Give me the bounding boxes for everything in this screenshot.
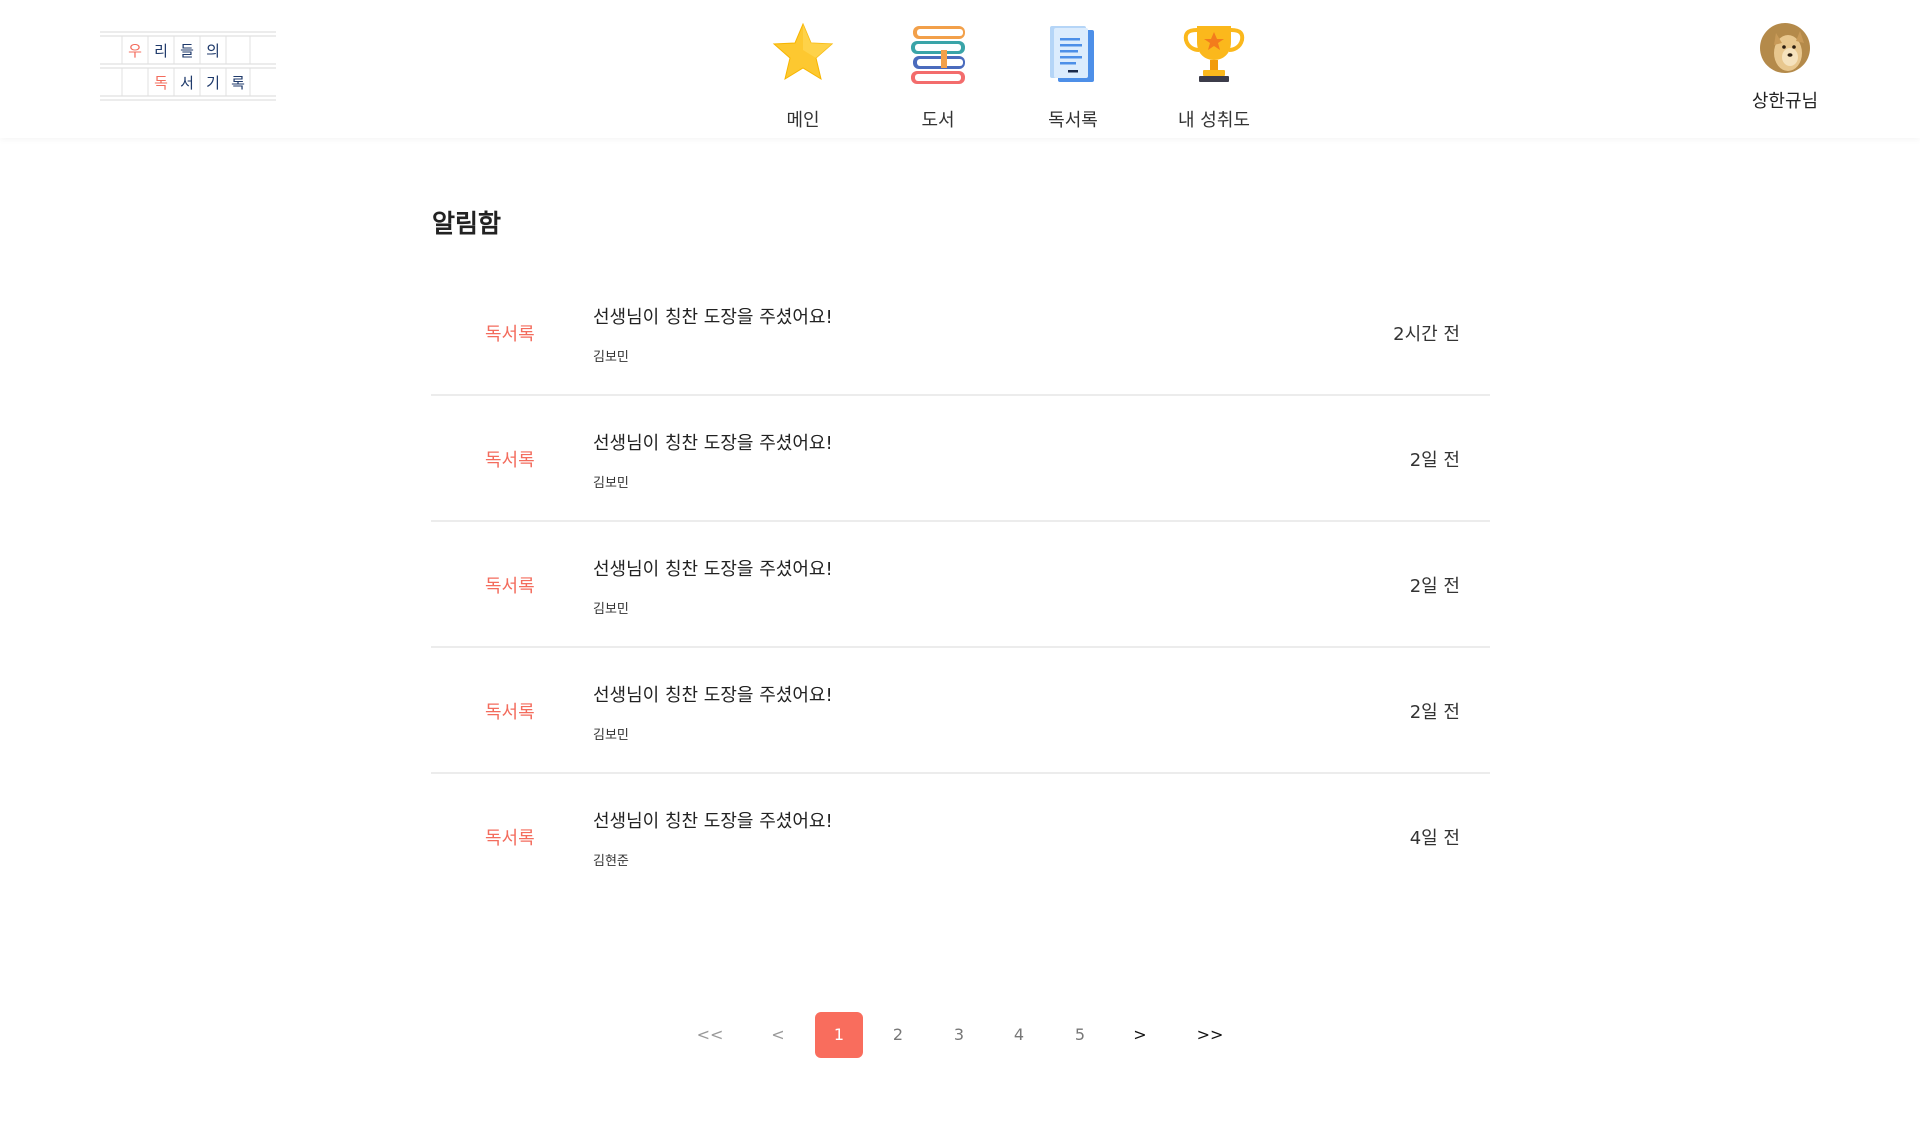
- nav-main[interactable]: 메인: [743, 20, 863, 132]
- notification-row[interactable]: 독서록 선생님이 칭찬 도장을 주셨어요! 김보민 2일 전: [431, 396, 1490, 522]
- avatar-dog-icon: [1760, 23, 1810, 73]
- notification-time: 2일 전: [1409, 576, 1460, 597]
- nav-books-label: 도서: [921, 110, 955, 131]
- logo-char: 의: [206, 42, 220, 60]
- nav-achievement[interactable]: 내 성취도: [1154, 20, 1274, 132]
- user-profile[interactable]: 상한규님: [1730, 20, 1840, 120]
- notification-time: 2시간 전: [1393, 324, 1460, 345]
- notification-sender: 김보민: [593, 728, 629, 743]
- logo-char: 들: [180, 42, 194, 60]
- pagination-last[interactable]: >>: [1190, 1012, 1230, 1058]
- pagination-page-2[interactable]: 2: [874, 1012, 922, 1058]
- notification-message: 선생님이 칭찬 도장을 주셨어요!: [593, 685, 833, 706]
- profile-name: 상한규님: [1751, 91, 1819, 112]
- notification-category: 독서록: [485, 450, 535, 471]
- logo-grid: 우 리 들 의 독 서 기 록: [100, 31, 276, 101]
- pagination-page-3[interactable]: 3: [935, 1012, 983, 1058]
- nav-reading-log[interactable]: 독서록: [1013, 20, 1133, 132]
- trophy-icon: [1183, 26, 1245, 82]
- app-logo[interactable]: 우 리 들 의 독 서 기 록: [100, 30, 276, 102]
- notification-category: 독서록: [485, 576, 535, 597]
- pagination-page-1[interactable]: 1: [815, 1012, 863, 1058]
- notification-category: 독서록: [485, 324, 535, 345]
- nav-reading-log-label: 독서록: [1048, 110, 1098, 131]
- pagination-page-5[interactable]: 5: [1056, 1012, 1104, 1058]
- pagination-prev[interactable]: <: [760, 1012, 796, 1058]
- notification-message: 선생님이 칭찬 도장을 주셨어요!: [593, 433, 833, 454]
- notification-message: 선생님이 칭찬 도장을 주셨어요!: [593, 307, 833, 328]
- notification-list: 독서록 선생님이 칭찬 도장을 주셨어요! 김보민 2시간 전 독서록 선생님이…: [431, 270, 1490, 900]
- page-title: 알림함: [432, 209, 502, 238]
- logo-char: 기: [206, 74, 220, 92]
- avatar[interactable]: [1760, 23, 1810, 73]
- notification-sender: 김현준: [593, 854, 629, 869]
- notification-sender: 김보민: [593, 476, 629, 491]
- logo-char: 리: [154, 42, 168, 60]
- pagination-first[interactable]: <<: [690, 1012, 730, 1058]
- notification-row[interactable]: 독서록 선생님이 칭찬 도장을 주셨어요! 김보민 2일 전: [431, 522, 1490, 648]
- document-icon: [1050, 26, 1094, 82]
- notification-sender: 김보민: [593, 350, 629, 365]
- notification-row[interactable]: 독서록 선생님이 칭찬 도장을 주셨어요! 김보민 2시간 전: [431, 270, 1490, 396]
- pagination: << < 1 2 3 4 5 > >>: [0, 1012, 1920, 1058]
- notification-category: 독서록: [485, 828, 535, 849]
- books-icon: [911, 26, 965, 84]
- nav-main-label: 메인: [786, 110, 820, 131]
- notification-row[interactable]: 독서록 선생님이 칭찬 도장을 주셨어요! 김현준 4일 전: [431, 774, 1490, 900]
- notification-row[interactable]: 독서록 선생님이 칭찬 도장을 주셨어요! 김보민 2일 전: [431, 648, 1490, 774]
- pagination-page-4[interactable]: 4: [995, 1012, 1043, 1058]
- top-header: 우 리 들 의 독 서 기 록 메인 도서 독서록 내 성취도 상한규님: [0, 0, 1920, 138]
- notification-category: 독서록: [485, 702, 535, 723]
- nav-books[interactable]: 도서: [878, 20, 998, 132]
- notification-time: 4일 전: [1409, 828, 1460, 849]
- logo-char: 독: [154, 74, 168, 92]
- pagination-next[interactable]: >: [1122, 1012, 1158, 1058]
- nav-achievement-label: 내 성취도: [1178, 110, 1250, 131]
- logo-char: 록: [231, 74, 245, 92]
- notification-message: 선생님이 칭찬 도장을 주셨어요!: [593, 811, 833, 832]
- logo-char: 우: [128, 42, 142, 60]
- notification-time: 2일 전: [1409, 450, 1460, 471]
- notification-time: 2일 전: [1409, 702, 1460, 723]
- logo-char: 서: [180, 74, 194, 92]
- star-icon: [772, 22, 834, 81]
- notification-message: 선생님이 칭찬 도장을 주셨어요!: [593, 559, 833, 580]
- notification-sender: 김보민: [593, 602, 629, 617]
